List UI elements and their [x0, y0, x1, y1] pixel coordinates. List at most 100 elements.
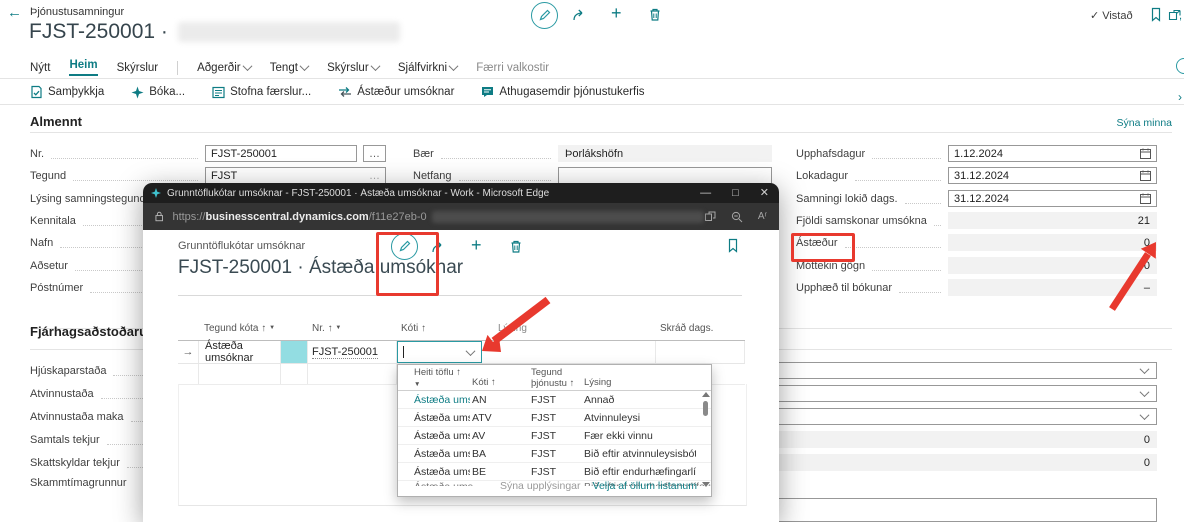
toolbar-approve-button[interactable]: Samþykkja	[30, 85, 104, 99]
dd-header-heiti[interactable]: Heiti töflu ↑ ▼	[414, 367, 461, 389]
koti-lookup-dropdown: Heiti töflu ↑ ▼ Kóti ↑ Tegund þjónustu ↑ L…	[397, 364, 712, 497]
cell-tegund[interactable]: Ástæða umsóknar	[198, 340, 281, 364]
expand-icon[interactable]: ›	[1178, 90, 1182, 104]
grid-header-skrad[interactable]: Skráð dags.	[656, 317, 745, 339]
grid-header-row: Tegund kóta ↑ ▼ Nr. ↑ ▼ Kóti ↑ Lýsing Sk…	[178, 317, 745, 339]
assist-edit-button[interactable]: …	[363, 145, 386, 162]
sort-asc-icon: ↑	[569, 378, 575, 389]
netfang-input[interactable]	[558, 167, 772, 184]
minimize-button[interactable]: —	[700, 184, 711, 203]
upphafsdagur-input[interactable]: 1.12.2024	[948, 145, 1157, 162]
redacted-customer-name	[177, 22, 400, 42]
cell-nr-link[interactable]: FJST-250001	[308, 341, 397, 363]
calendar-icon[interactable]	[1140, 170, 1151, 181]
popup-urlbar[interactable]: https://businesscentral.dynamics.com/f11…	[143, 203, 779, 230]
tegund-input[interactable]: FJST…	[205, 167, 386, 184]
toolbar-create-entries-button[interactable]: Stofna færslur...	[212, 86, 311, 99]
cell-lysing[interactable]	[482, 341, 656, 363]
scroll-down-icon[interactable]	[701, 482, 710, 487]
popup-delete-button[interactable]	[509, 239, 523, 254]
menu-item-faerri-valkostir[interactable]: Færri valkostir	[476, 62, 549, 74]
menu-item-nytt[interactable]: Nýtt	[30, 62, 50, 74]
collapse-circle-icon[interactable]	[1172, 54, 1184, 78]
nr-input[interactable]: FJST-250001	[205, 145, 357, 162]
section-general-heading[interactable]: Almennt	[30, 114, 82, 129]
bookmark-icon	[728, 238, 738, 253]
grid-header-lysing[interactable]: Lýsing	[482, 317, 656, 339]
zoom-out-icon[interactable]	[731, 211, 743, 223]
chevron-down-icon	[370, 60, 381, 71]
dropdown-row[interactable]: Ástæða ums... BE FJST Bið eftir endurhæf…	[398, 463, 711, 481]
field-row-samningi-lokid: Samningi lokið dags. 31.12.2024	[796, 190, 1157, 207]
grid-header-tegund[interactable]: Tegund kóta ↑ ▼	[198, 317, 281, 339]
toolbar-comments-button[interactable]: Athugasemdir þjónustukerfis	[481, 86, 645, 98]
fjoldi-value-link[interactable]: 21	[948, 212, 1157, 229]
grid-header-nr[interactable]: Nr. ↑ ▼	[308, 317, 397, 339]
menu-item-skyrslur[interactable]: Skýrslur	[117, 62, 159, 74]
dropdown-row[interactable]: Ástæða ums... ATV FJST Atvinnuleysi	[398, 409, 711, 427]
dropdown-row[interactable]: Ástæða ums... BA FJST Bið eftir atvinnul…	[398, 445, 711, 463]
new-button[interactable]: +	[611, 3, 622, 24]
grid-row-1[interactable]: → Ástæða umsóknar FJST-250001	[178, 340, 745, 364]
approve-doc-icon	[31, 85, 42, 99]
chevron-down-icon	[1139, 364, 1150, 375]
field-row-tegund: Tegund FJST…	[30, 167, 386, 184]
dd-header-tegund[interactable]: Tegund þjónustu ↑	[531, 367, 574, 389]
share-button[interactable]	[572, 8, 587, 23]
maximize-button[interactable]: □	[732, 184, 739, 203]
dd-header-koti[interactable]: Kóti ↑	[472, 377, 496, 388]
edit-button[interactable]	[531, 2, 558, 29]
back-arrow-icon[interactable]: ←	[7, 4, 22, 21]
toolbar-reasons-button[interactable]: Ástæður umsóknar	[338, 86, 454, 98]
calendar-icon[interactable]	[1140, 148, 1151, 159]
scrollbar-thumb[interactable]	[703, 401, 708, 416]
select-from-full-list-link[interactable]: Velja af öllum listanum	[593, 480, 697, 492]
menu-item-sjalfvirkni[interactable]: Sjálfvirkni	[398, 60, 459, 74]
field-row-fjoldi: Fjöldi samskonar umsókna 21	[796, 212, 1157, 229]
grid-header-koti[interactable]: Kóti ↑	[397, 317, 482, 339]
read-aloud-icon[interactable]: Aʳ	[758, 211, 767, 222]
astaedur-value-link[interactable]: 0	[948, 234, 1157, 251]
field-row-nr: Nr. FJST-250001 …	[30, 145, 386, 162]
toolbar-post-button[interactable]: Bóka...	[131, 86, 185, 99]
field-row-lokadagur: Lokadagur 31.12.2024	[796, 167, 1157, 184]
menu-item-adgerdir[interactable]: Aðgerðir	[197, 60, 253, 74]
lokadagur-input[interactable]: 31.12.2024	[948, 167, 1157, 184]
combobox-chevron-icon[interactable]	[465, 345, 476, 356]
menu-item-tengt[interactable]: Tengt	[270, 60, 310, 74]
samningi-lokid-input[interactable]: 31.12.2024	[948, 190, 1157, 207]
close-button[interactable]: ✕	[760, 184, 769, 203]
menu-item-skyrslur2[interactable]: Skýrslur	[327, 60, 381, 74]
show-less-link[interactable]: Sýna minna	[1100, 117, 1172, 129]
dropdown-scrollbar[interactable]	[701, 392, 710, 487]
cell-selected-indicator[interactable]	[281, 341, 308, 363]
sort-asc-icon: ↑	[491, 377, 496, 388]
field-row-upphafsdagur: Upphafsdagur 1.12.2024	[796, 145, 1157, 162]
menu-item-heim[interactable]: Heim	[69, 59, 98, 76]
redacted-url-segment	[431, 210, 704, 223]
show-details-link[interactable]: Sýna upplýsingar	[500, 480, 581, 492]
bookmark-button[interactable]	[1150, 7, 1162, 22]
save-status: ✓ Vistað	[1090, 9, 1133, 23]
delete-button[interactable]	[648, 7, 662, 22]
dd-header-lysing[interactable]: Lýsing	[584, 377, 611, 388]
dropdown-row[interactable]: Ástæða ums... AV FJST Fær ekki vinnu	[398, 427, 711, 445]
page-title-row: FJST-250001 ·	[29, 20, 400, 44]
popup-titlebar[interactable]: Grunntöflukótar umsóknar - FJST-250001 ·…	[143, 183, 779, 203]
bookmark-icon	[1151, 7, 1161, 22]
more-options-icon[interactable]: ,	[1179, 10, 1182, 22]
url-text[interactable]: https://businesscentral.dynamics.com/f11…	[172, 211, 426, 223]
calendar-icon[interactable]	[1140, 193, 1151, 204]
chevron-down-icon	[299, 60, 310, 71]
text-caret	[403, 346, 404, 358]
scroll-up-icon[interactable]	[701, 392, 710, 397]
lock-icon	[155, 211, 163, 222]
popup-new-button[interactable]: +	[471, 235, 482, 256]
open-in-window-icon[interactable]	[704, 211, 716, 222]
dropdown-row[interactable]: Ástæða ums... AN FJST Annað	[398, 391, 711, 409]
cell-skrad-dags[interactable]	[656, 341, 745, 363]
cell-koti-input[interactable]	[397, 341, 482, 363]
popup-bookmark-button[interactable]	[727, 238, 739, 253]
lookup-icon[interactable]: …	[369, 170, 380, 182]
baer-value: Þorlákshöfn	[558, 145, 772, 162]
